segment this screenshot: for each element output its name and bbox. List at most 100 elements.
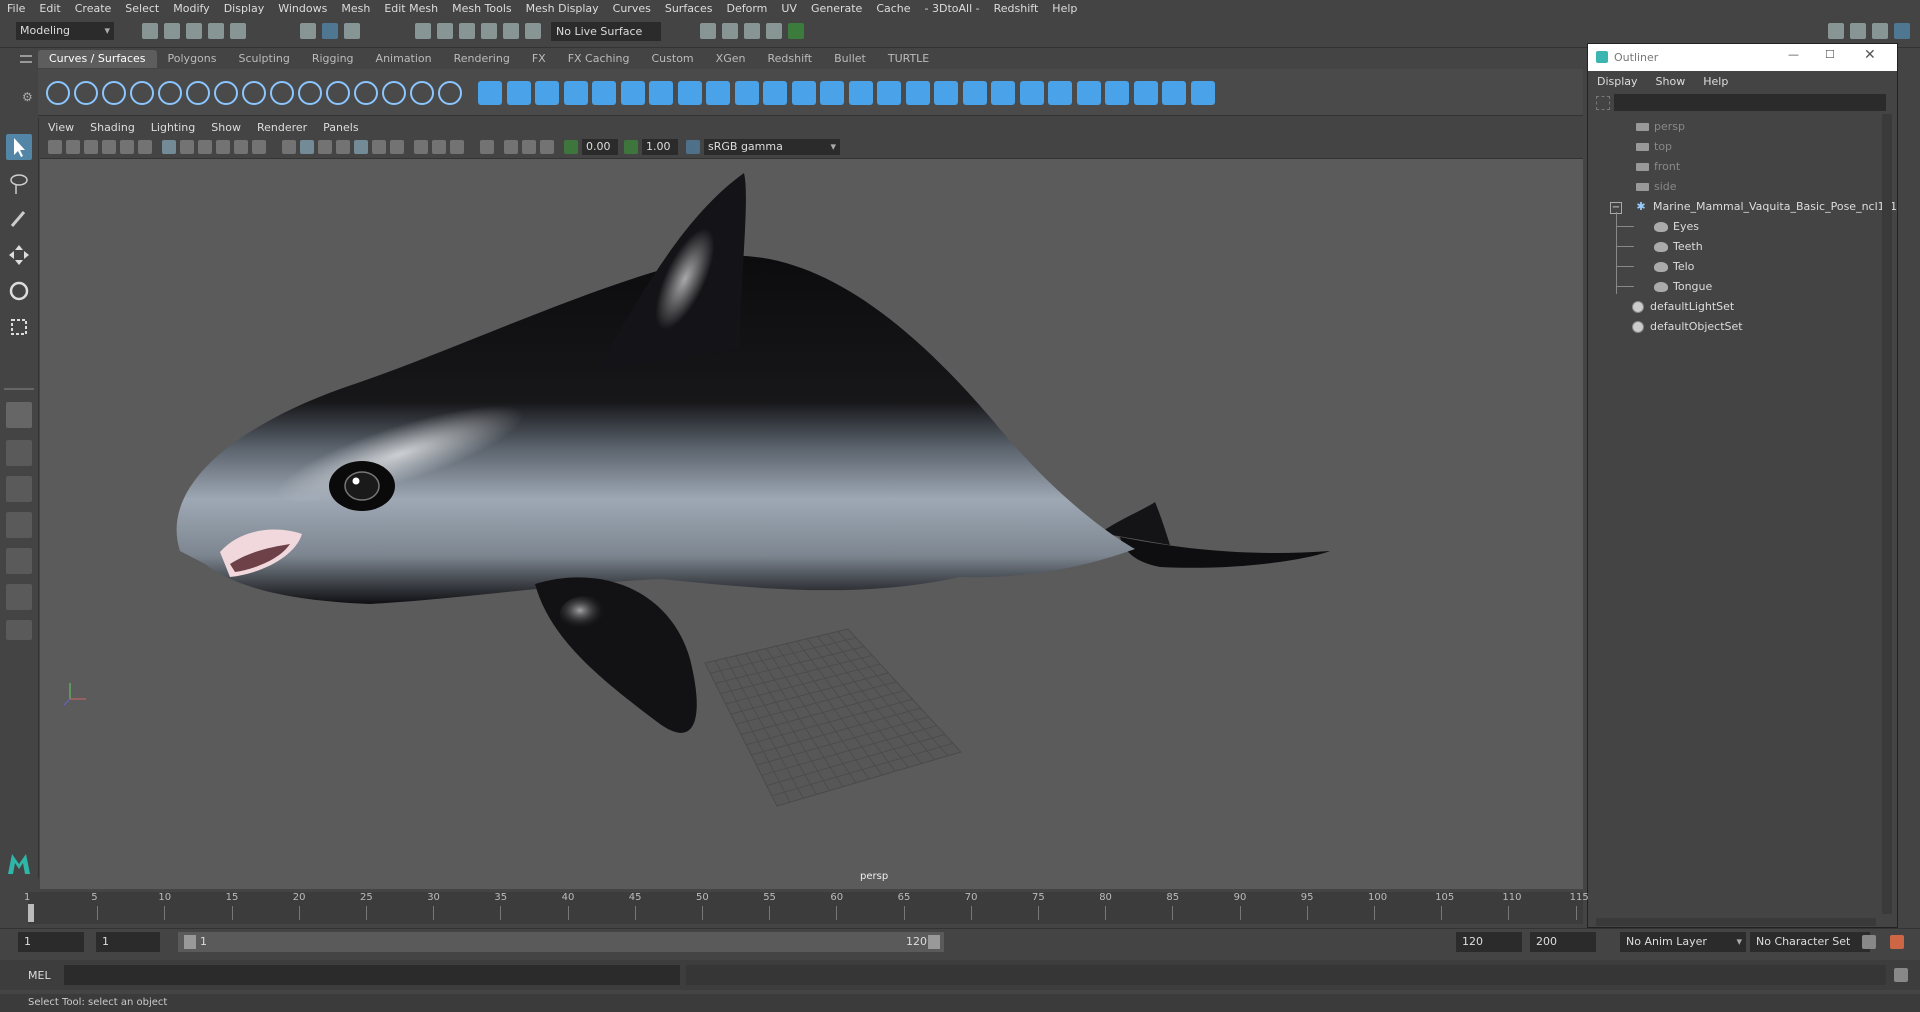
shelf-tab-curves-surfaces[interactable]: Curves / Surfaces: [38, 50, 157, 68]
current-frame-marker[interactable]: [28, 904, 34, 922]
command-input[interactable]: [64, 965, 680, 985]
field-chart-icon[interactable]: [234, 140, 248, 154]
offset-curve-icon[interactable]: [270, 81, 294, 105]
shelf-tab-fx[interactable]: FX: [521, 50, 557, 68]
bookmark-icon[interactable]: [84, 140, 98, 154]
new-scene-icon[interactable]: [142, 23, 158, 39]
menu-redshift[interactable]: Redshift: [987, 2, 1046, 15]
default-material-icon[interactable]: [318, 140, 332, 154]
snap-surface-icon[interactable]: [503, 23, 519, 39]
surface-fillet-icon[interactable]: [1162, 81, 1186, 105]
menu-uv[interactable]: UV: [774, 2, 804, 15]
attribute-editor-icon[interactable]: [1850, 23, 1866, 39]
project-curve-icon[interactable]: [877, 81, 901, 105]
four-view-layout-icon[interactable]: [6, 440, 32, 466]
snap-point-icon[interactable]: [459, 23, 475, 39]
outliner-item-teeth[interactable]: Teeth: [1654, 237, 1703, 257]
xray-joints-icon[interactable]: [522, 140, 536, 154]
panel-menu-shading[interactable]: Shading: [82, 119, 143, 136]
camera-select-icon[interactable]: [48, 140, 62, 154]
detach-surface-icon[interactable]: [991, 81, 1015, 105]
outliner-search-input[interactable]: [1614, 94, 1886, 111]
outliner-item-front[interactable]: front: [1636, 157, 1680, 177]
arc-icon[interactable]: [214, 81, 238, 105]
resolution-gate-icon[interactable]: [198, 140, 212, 154]
move-tool-icon[interactable]: [6, 242, 32, 268]
color-space-dropdown[interactable]: sRGB gamma ▾: [704, 139, 840, 155]
shelf-menu-icon[interactable]: [20, 55, 32, 63]
save-scene-icon[interactable]: [186, 23, 202, 39]
gamma-icon[interactable]: [624, 140, 638, 154]
live-surface-field[interactable]: No Live Surface: [551, 22, 661, 41]
viewport-persp[interactable]: persp: [40, 159, 1583, 889]
nurbs-sphere-icon[interactable]: [478, 81, 502, 105]
smooth-shade-icon[interactable]: [300, 140, 314, 154]
xray-icon[interactable]: [504, 140, 518, 154]
menu-edit-mesh[interactable]: Edit Mesh: [377, 2, 445, 15]
preferences-icon[interactable]: [1890, 935, 1904, 949]
film-gate-icon[interactable]: [180, 140, 194, 154]
end-field[interactable]: 120: [1456, 932, 1522, 952]
persp-graph-layout-icon[interactable]: [6, 548, 32, 574]
gamma-field[interactable]: 1.00: [642, 139, 678, 155]
shadows-icon[interactable]: [372, 140, 386, 154]
nurbs-square-icon[interactable]: [74, 81, 98, 105]
rebuild-curve-icon[interactable]: [354, 81, 378, 105]
nurbs-cone-icon[interactable]: [563, 81, 588, 105]
grid-toggle-icon[interactable]: [162, 140, 176, 154]
image-plane-icon[interactable]: [102, 140, 116, 154]
hypershade-icon[interactable]: [788, 23, 804, 39]
paint-select-tool-icon[interactable]: [6, 206, 32, 232]
outliner-item-telo[interactable]: Telo: [1654, 257, 1694, 277]
range-end-handle[interactable]: [928, 935, 940, 949]
attach-surface-icon[interactable]: [962, 81, 987, 105]
shelf-tab-animation[interactable]: Animation: [365, 50, 443, 68]
current-start-field[interactable]: 1: [18, 932, 84, 952]
tool-settings-icon[interactable]: [1872, 23, 1888, 39]
character-set-dropdown[interactable]: No Character Set: [1750, 932, 1870, 952]
screen-space-ao-icon[interactable]: [390, 140, 404, 154]
mode-dropdown[interactable]: Modeling ▾: [16, 22, 114, 40]
rotate-tool-icon[interactable]: [6, 278, 32, 304]
pencil-curve-icon[interactable]: [158, 81, 182, 105]
side-by-side-layout-icon[interactable]: [6, 476, 32, 502]
hypershade-layout-icon[interactable]: [6, 584, 32, 610]
curve-fillet-icon[interactable]: [242, 81, 266, 105]
shelf-tab-rigging[interactable]: Rigging: [301, 50, 365, 68]
ep-curve-icon[interactable]: [130, 81, 154, 105]
render-frame-icon[interactable]: [722, 23, 738, 39]
panel-menu-renderer[interactable]: Renderer: [249, 119, 315, 136]
menu--3dtoall-[interactable]: - 3DtoAll -: [918, 2, 987, 15]
outliner-hscrollbar[interactable]: [1596, 918, 1876, 926]
select-component-icon[interactable]: [344, 23, 360, 39]
panel-menu-show[interactable]: Show: [203, 119, 249, 136]
square-surface-icon[interactable]: [791, 81, 816, 105]
nurbs-cube-icon[interactable]: [506, 81, 531, 105]
shelf-tab-sculpting[interactable]: Sculpting: [227, 50, 300, 68]
untrim-icon[interactable]: [934, 81, 958, 105]
use-all-lights-icon[interactable]: [354, 140, 368, 154]
panel-menu-lighting[interactable]: Lighting: [143, 119, 203, 136]
menu-mesh-display[interactable]: Mesh Display: [519, 2, 606, 15]
reverse-surface-icon[interactable]: [1105, 81, 1129, 105]
make-live-icon[interactable]: [525, 23, 541, 39]
trim-icon[interactable]: [905, 81, 930, 105]
attach-curve-icon[interactable]: [298, 81, 322, 105]
depth-of-field-icon[interactable]: [450, 140, 464, 154]
channel-box-icon[interactable]: [1894, 23, 1910, 39]
lasso-tool-icon[interactable]: [6, 170, 32, 196]
wireframe-icon[interactable]: [282, 140, 296, 154]
grease-pencil-icon[interactable]: [138, 140, 152, 154]
auto-key-icon[interactable]: [1862, 935, 1876, 949]
shelf-tab-polygons[interactable]: Polygons: [157, 50, 228, 68]
open-scene-icon[interactable]: [164, 23, 180, 39]
textured-icon[interactable]: [336, 140, 350, 154]
nurbs-torus-icon[interactable]: [620, 81, 645, 105]
stitch-icon[interactable]: [1190, 81, 1215, 105]
snap-grid-icon[interactable]: [415, 23, 431, 39]
range-start-handle[interactable]: [184, 935, 196, 949]
anti-aliasing-icon[interactable]: [432, 140, 446, 154]
outliner-item-top[interactable]: top: [1636, 137, 1672, 157]
menu-deform[interactable]: Deform: [719, 2, 774, 15]
vaquita-model[interactable]: [40, 159, 1583, 889]
